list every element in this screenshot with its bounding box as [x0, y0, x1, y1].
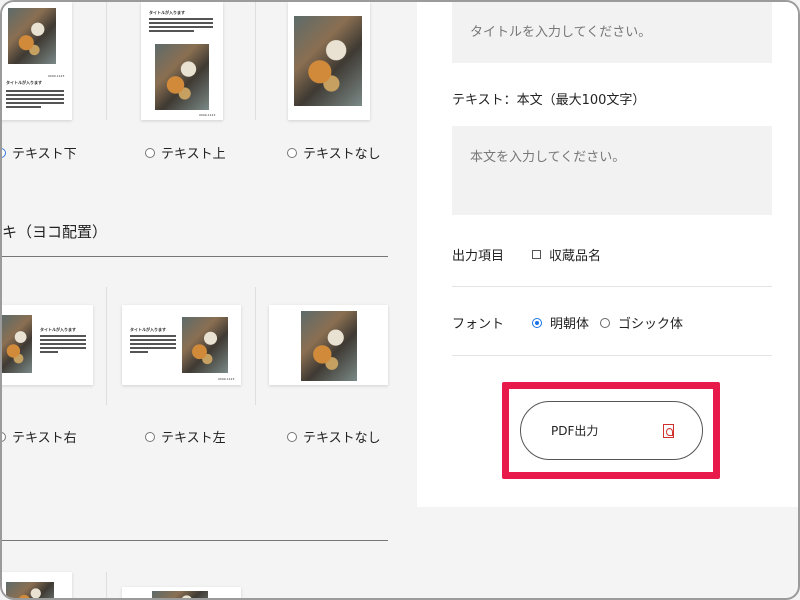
app-frame: 0000-1123 タイトルが入ります タイトルが入ります 0000-1123 … [0, 0, 800, 600]
radio-icon[interactable] [2, 147, 6, 158]
radio-icon[interactable] [2, 431, 6, 442]
option-text-left[interactable]: テキスト左 [145, 427, 226, 446]
font-label: フォント [452, 317, 505, 332]
artwork-image [2, 315, 32, 373]
radio-icon[interactable] [287, 431, 297, 442]
body-placeholder: 本文を入力してください。 [470, 150, 626, 165]
output-items-label: 出力項目 [452, 249, 505, 264]
option-label: テキストなし [303, 431, 381, 446]
artwork-image [301, 311, 357, 381]
sample-title: タイトルが入ります [40, 327, 76, 332]
sample-title: タイトルが入ります [130, 327, 166, 332]
column-divider [106, 2, 107, 120]
artwork-image [182, 317, 228, 373]
layout-thumb-text-above[interactable]: タイトルが入ります 0000-1123 [141, 2, 223, 120]
layout-thumb-text-left[interactable]: タイトルが入ります 0000-1123 [122, 305, 241, 385]
column-divider [106, 572, 107, 598]
radio-icon[interactable] [145, 431, 155, 442]
option-label: テキスト左 [161, 431, 226, 446]
option-label: テキスト下 [12, 147, 77, 162]
sample-title: タイトルが入ります [149, 10, 185, 15]
sample-text-lines [40, 335, 86, 355]
font-option-label: ゴシック体 [618, 317, 684, 332]
column-divider [106, 287, 107, 405]
layout-thumb-partial[interactable] [2, 572, 72, 598]
artwork-image [152, 591, 208, 598]
column-divider [255, 2, 256, 120]
radio-selected-icon[interactable] [532, 317, 542, 328]
radio-icon[interactable] [145, 147, 155, 158]
pdf-export-button[interactable]: PDF出力 [520, 401, 703, 460]
collection-name-checkbox[interactable]: 収蔵品名 [532, 245, 601, 264]
font-option-mincho[interactable]: 明朝体 [532, 313, 589, 332]
sample-text-lines [130, 335, 176, 355]
body-textarea[interactable]: 本文を入力してください。 [452, 126, 772, 215]
artwork-image [155, 44, 209, 110]
sample-title: タイトルが入ります [6, 80, 42, 85]
option-text-above[interactable]: テキスト上 [145, 143, 226, 162]
artwork-image [6, 582, 54, 598]
font-option-gothic[interactable]: ゴシック体 [600, 313, 683, 332]
section-divider [2, 540, 388, 541]
divider [452, 355, 772, 356]
column-divider [255, 287, 256, 405]
option-text-below[interactable]: テキスト下 [2, 143, 77, 162]
option-no-text-horizontal[interactable]: テキストなし [287, 427, 381, 446]
sample-text-lines [149, 18, 213, 34]
option-label: テキスト右 [12, 431, 77, 446]
option-text-right[interactable]: テキスト右 [2, 427, 77, 446]
sample-code: 0000-1123 [48, 74, 65, 78]
font-option-label: 明朝体 [550, 317, 590, 332]
radio-icon[interactable] [287, 147, 297, 158]
layout-thumb-partial[interactable] [122, 587, 241, 598]
checkbox-icon[interactable] [532, 250, 541, 259]
radio-icon[interactable] [600, 317, 610, 328]
layout-thumb-text-below[interactable]: 0000-1123 タイトルが入ります [2, 2, 72, 120]
layout-thumb-text-right[interactable]: タイトルが入ります [2, 305, 93, 385]
section-title-horizontal: キ（ヨコ配置） [2, 223, 108, 241]
sample-code: 0000-1123 [218, 377, 235, 381]
body-label: テキスト：本文（最大100文字） [452, 93, 646, 108]
artwork-image [8, 8, 56, 64]
option-no-text[interactable]: テキストなし [287, 143, 381, 162]
pdf-file-icon [663, 424, 674, 438]
divider [452, 286, 772, 287]
option-label: テキストなし [303, 147, 381, 162]
sample-code: 0000-1123 [199, 113, 216, 117]
layout-thumb-no-text-horizontal[interactable] [269, 305, 388, 385]
artwork-image [294, 16, 362, 106]
title-placeholder: タイトルを入力してください。 [470, 25, 652, 40]
section-divider [2, 256, 388, 257]
title-input[interactable]: タイトルを入力してください。 [452, 2, 772, 63]
pdf-button-label: PDF出力 [551, 424, 599, 438]
checkbox-label: 収蔵品名 [549, 249, 602, 264]
layout-thumb-no-text[interactable] [288, 2, 370, 120]
layout-samples-area: 0000-1123 タイトルが入ります タイトルが入ります 0000-1123 … [2, 2, 402, 598]
sample-text-lines [6, 90, 64, 110]
option-label: テキスト上 [161, 147, 226, 162]
